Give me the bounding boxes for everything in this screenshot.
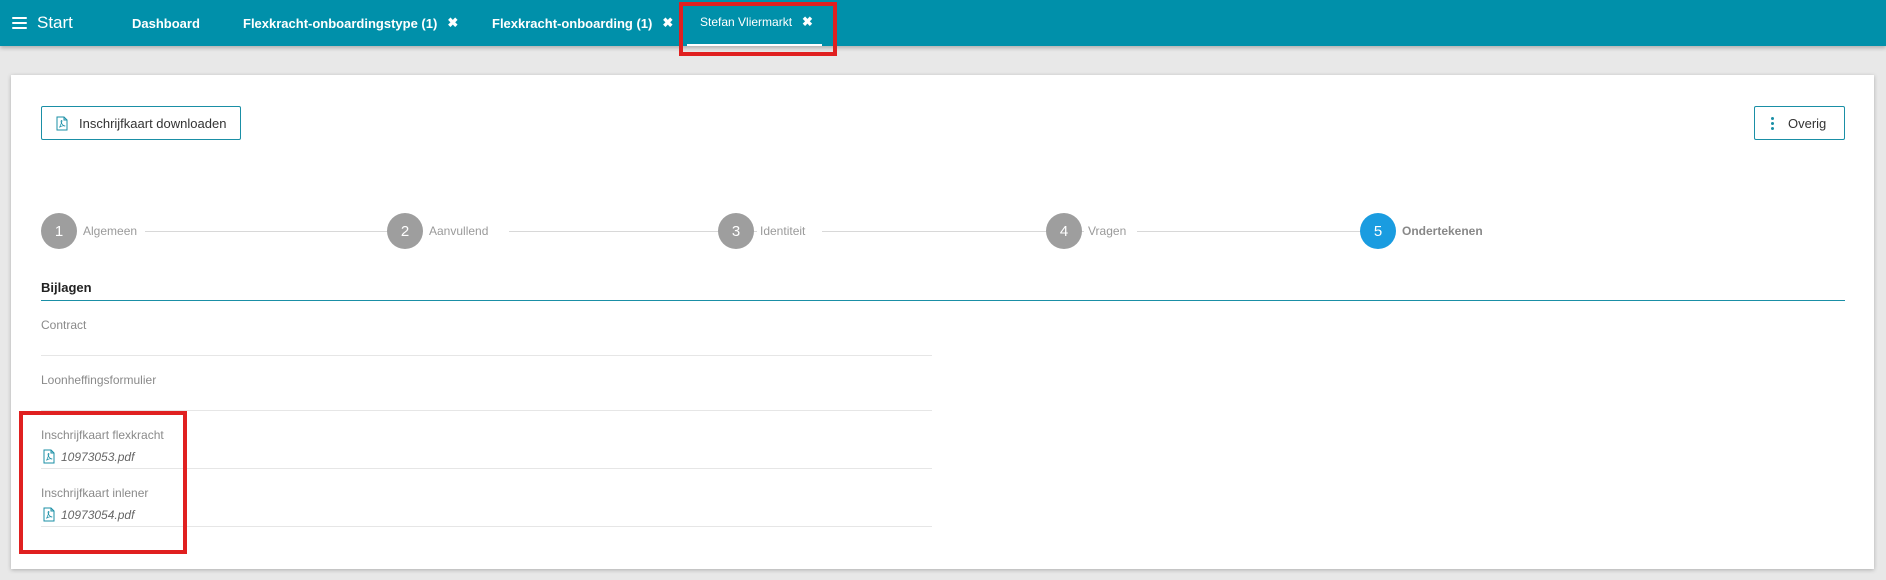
- tab-label: Flexkracht-onboardingstype (1): [243, 15, 438, 31]
- step-ondertekenen[interactable]: 5 Ondertekenen: [1360, 213, 1483, 249]
- menu-label: Start: [37, 13, 73, 32]
- top-navigation-bar: Start Dashboard Flexkracht-onboardingsty…: [0, 0, 1886, 46]
- step-connector: [822, 231, 1084, 232]
- step-number: 2: [387, 213, 423, 249]
- list-item: Inschrijfkaart flexkracht 10973053.pdf: [41, 411, 932, 469]
- content-card: Inschrijfkaart downloaden Overig 1 Algem…: [11, 75, 1874, 569]
- pdf-file-icon: [43, 449, 55, 464]
- step-label: Identiteit: [760, 224, 806, 238]
- list-item: Contract: [41, 301, 932, 356]
- step-label: Algemeen: [83, 224, 138, 238]
- attachment-filename: 10973053.pdf: [61, 449, 135, 464]
- list-item: Inschrijfkaart inlener 10973054.pdf: [41, 469, 932, 527]
- overig-button-label: Overig: [1788, 115, 1827, 131]
- progress-stepper: 1 Algemeen 2 Aanvullend 3 Identiteit 4 V…: [41, 213, 1845, 249]
- step-number: 4: [1046, 213, 1082, 249]
- main-menu-button[interactable]: Start: [12, 12, 73, 34]
- pdf-file-icon: [43, 507, 55, 522]
- step-connector: [1137, 231, 1389, 232]
- download-button-label: Inschrijfkaart downloaden: [79, 115, 227, 131]
- attachment-file-link[interactable]: 10973054.pdf: [43, 507, 134, 522]
- step-aanvullend[interactable]: 2 Aanvullend: [387, 213, 488, 249]
- step-number: 1: [41, 213, 77, 249]
- tab-label: Flexkracht-onboarding (1): [492, 15, 653, 31]
- close-icon[interactable]: ✖: [447, 15, 458, 31]
- attachment-filename: 10973054.pdf: [61, 507, 135, 522]
- step-identiteit[interactable]: 3 Identiteit: [718, 213, 805, 249]
- tab-label: Dashboard: [132, 15, 200, 31]
- download-registration-card-button[interactable]: Inschrijfkaart downloaden: [41, 106, 241, 140]
- hamburger-icon: [12, 17, 27, 29]
- step-label: Ondertekenen: [1402, 224, 1483, 238]
- close-icon[interactable]: ✖: [802, 14, 813, 30]
- attachment-label: Inschrijfkaart inlener: [41, 486, 149, 500]
- attachment-label: Inschrijfkaart flexkracht: [41, 428, 164, 442]
- step-label: Vragen: [1088, 224, 1127, 238]
- kebab-menu-icon: [1771, 116, 1774, 130]
- close-icon[interactable]: ✖: [662, 15, 673, 31]
- attachment-file-link[interactable]: 10973053.pdf: [43, 449, 134, 464]
- pdf-file-icon: [56, 116, 68, 131]
- attachments-list: Contract Loonheffingsformulier Inschrijf…: [41, 301, 932, 527]
- tab-flexkracht-onboarding[interactable]: Flexkracht-onboarding (1) ✖: [470, 0, 674, 46]
- step-vragen[interactable]: 4 Vragen: [1046, 213, 1126, 249]
- step-connector: [145, 231, 423, 232]
- attachment-label: Contract: [41, 318, 87, 332]
- tab-stefan-vliermarkt[interactable]: Stefan Vliermarkt ✖: [687, 0, 822, 46]
- step-number: 3: [718, 213, 754, 249]
- tab-label: Stefan Vliermarkt: [700, 15, 793, 29]
- list-item: Loonheffingsformulier: [41, 356, 932, 411]
- attachment-label: Loonheffingsformulier: [41, 373, 157, 387]
- step-number: 5: [1360, 213, 1396, 249]
- section-title: Bijlagen: [41, 280, 92, 295]
- overig-menu-button[interactable]: Overig: [1754, 106, 1845, 140]
- step-label: Aanvullend: [429, 224, 489, 238]
- tab-flexkracht-onboardingstype[interactable]: Flexkracht-onboardingstype (1) ✖: [243, 0, 458, 46]
- tab-dashboard[interactable]: Dashboard: [132, 0, 200, 46]
- step-algemeen[interactable]: 1 Algemeen: [41, 213, 137, 249]
